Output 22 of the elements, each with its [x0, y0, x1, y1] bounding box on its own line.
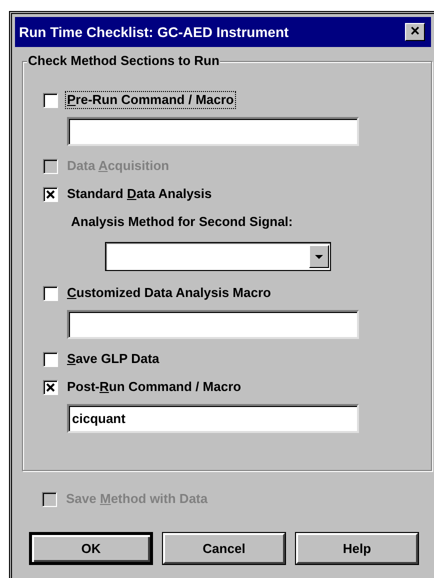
dropdown-field[interactable] [105, 242, 331, 271]
input-field[interactable] [67, 117, 359, 146]
close-button[interactable]: × [405, 23, 425, 41]
checkbox[interactable] [43, 286, 58, 300]
checkbox[interactable] [43, 92, 58, 108]
checkbox[interactable] [43, 186, 58, 202]
dropdown-arrow-button[interactable] [309, 245, 329, 268]
checkbox-label[interactable]: Standard Data Analysis [66, 186, 213, 202]
dialog-button[interactable]: Help [296, 533, 418, 564]
checkbox-label[interactable]: Customized Data Analysis Macro [66, 285, 272, 301]
checkbox[interactable] [43, 352, 58, 366]
input-field[interactable]: cicquant [67, 404, 359, 433]
dialog-button[interactable]: OK [30, 533, 152, 564]
checkbox-label[interactable]: Post-Run Command / Macro [66, 379, 242, 395]
caret-icon [315, 254, 323, 258]
dialog-button[interactable]: Cancel [163, 533, 285, 564]
input-field[interactable] [67, 310, 359, 339]
window-title: Run Time Checklist: GC-AED Instrument [19, 22, 289, 42]
dropdown-caption: Analysis Method for Second Signal: [71, 214, 293, 229]
checkbox[interactable] [43, 380, 58, 394]
checkbox-label[interactable]: Pre-Run Command / Macro [66, 92, 235, 108]
checkbox-label[interactable]: Save GLP Data [66, 351, 160, 367]
